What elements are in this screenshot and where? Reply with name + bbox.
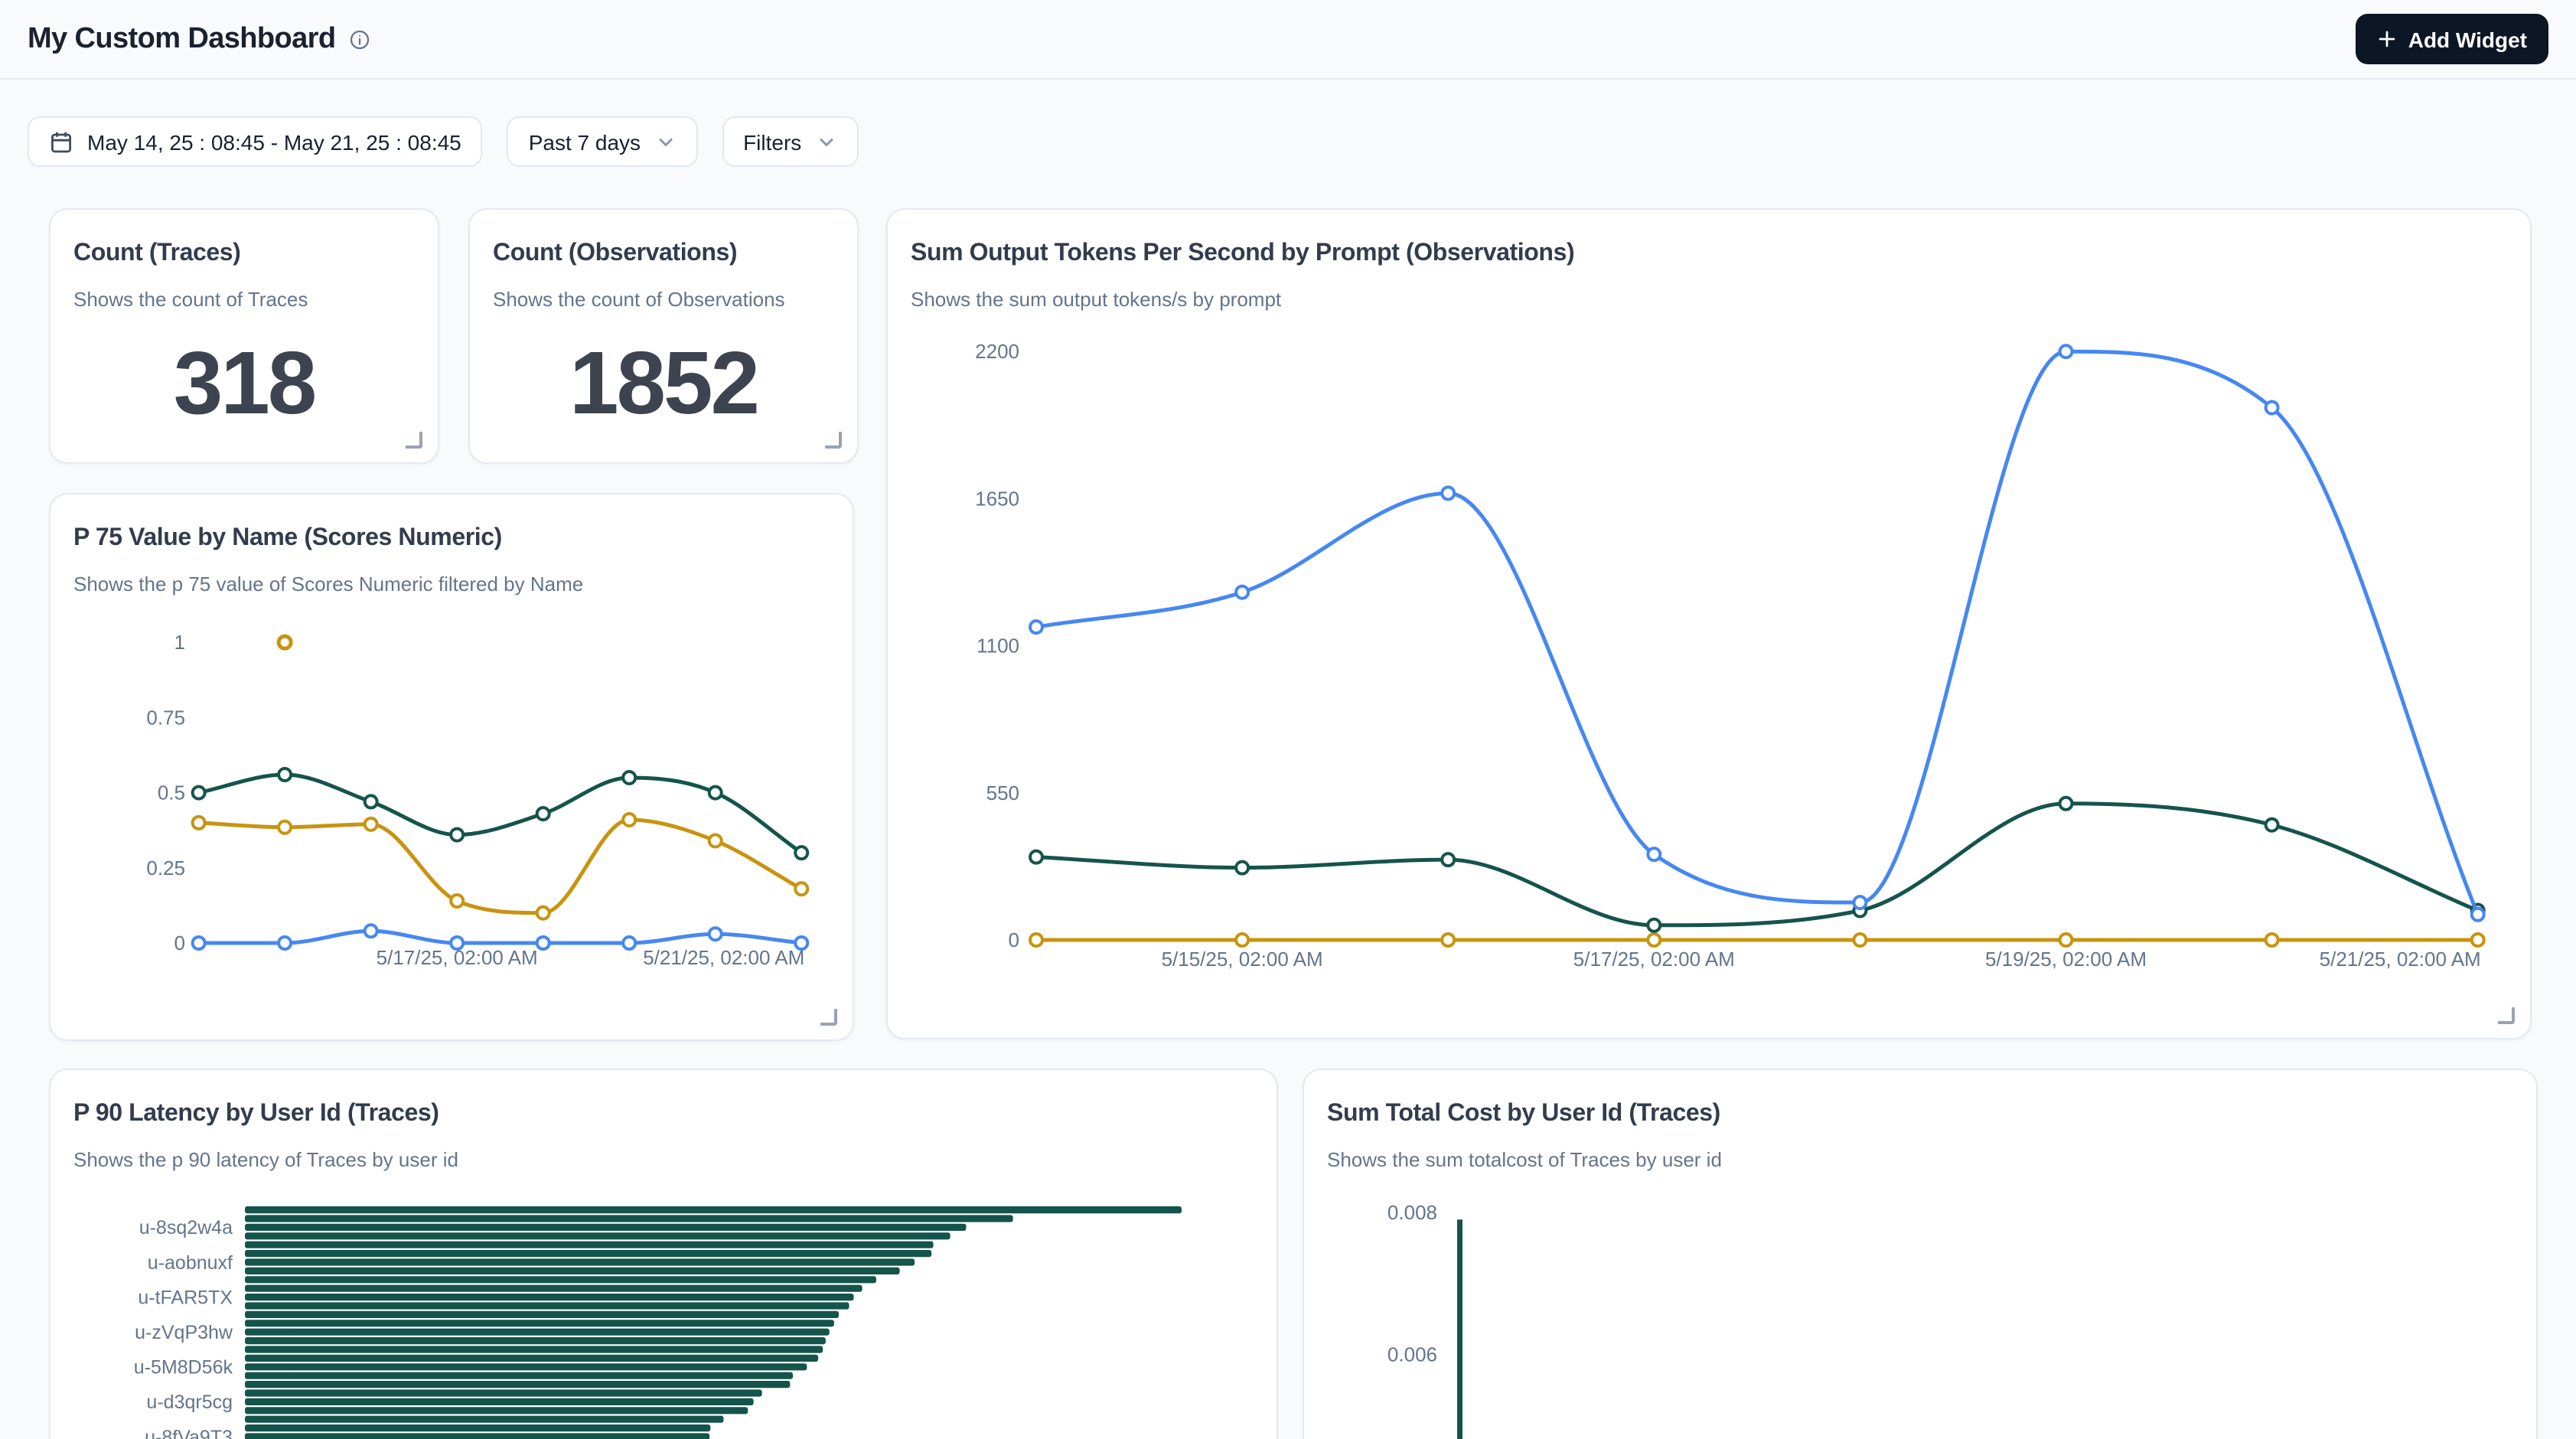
svg-text:5/19/25, 02:00 AM: 5/19/25, 02:00 AM	[1985, 948, 2147, 971]
widget-title: Count (Observations)	[493, 240, 834, 268]
svg-text:u-zVqP3hw: u-zVqP3hw	[135, 1322, 233, 1343]
svg-text:0: 0	[174, 932, 185, 954]
svg-text:u-8sq2w4a: u-8sq2w4a	[139, 1217, 233, 1238]
svg-text:2200: 2200	[975, 340, 1019, 363]
svg-text:5/21/25, 02:00 AM: 5/21/25, 02:00 AM	[2320, 948, 2481, 971]
filters-button[interactable]: Filters	[722, 116, 858, 167]
p75-scores-line-chart: 00.250.50.7515/17/25, 02:00 AM5/21/25, 0…	[51, 494, 854, 1041]
time-preset-button[interactable]: Past 7 days	[507, 116, 697, 167]
plus-icon	[2378, 29, 2398, 49]
add-widget-label: Add Widget	[2408, 27, 2527, 51]
calendar-icon	[49, 129, 73, 154]
widget-count-observations: Count (Observations) Shows the count of …	[468, 208, 859, 464]
svg-text:0.5: 0.5	[158, 781, 185, 804]
total-cost-bar-chart: 0.008 0.006	[1304, 1070, 2538, 1439]
chevron-down-icon	[654, 131, 676, 152]
svg-text:u-aobnuxf: u-aobnuxf	[148, 1252, 233, 1274]
svg-text:0.75: 0.75	[146, 706, 185, 729]
date-range-value: May 14, 25 : 08:45 - May 21, 25 : 08:45	[87, 129, 461, 154]
add-widget-button[interactable]: Add Widget	[2356, 14, 2548, 64]
svg-text:u-5M8D56k: u-5M8D56k	[134, 1357, 233, 1379]
chevron-down-icon	[815, 131, 836, 152]
dashboard-page: My Custom Dashboard Add Widget May 14, 2…	[0, 0, 2576, 1439]
svg-text:5/15/25, 02:00 AM: 5/15/25, 02:00 AM	[1162, 948, 1323, 971]
resize-handle-icon[interactable]	[820, 1009, 837, 1026]
svg-text:0.006: 0.006	[1387, 1343, 1437, 1366]
resize-handle-icon[interactable]	[406, 432, 422, 449]
svg-text:u-d3qr5cg: u-d3qr5cg	[146, 1392, 233, 1413]
date-range-button[interactable]: May 14, 25 : 08:45 - May 21, 25 : 08:45	[28, 116, 483, 167]
svg-text:5/17/25, 02:00 AM: 5/17/25, 02:00 AM	[1573, 948, 1735, 971]
svg-text:0.25: 0.25	[146, 857, 185, 879]
resize-handle-icon[interactable]	[2498, 1007, 2515, 1024]
svg-text:1100: 1100	[977, 635, 1019, 658]
widget-p90-latency-chart: P 90 Latency by User Id (Traces) Shows t…	[49, 1069, 1278, 1439]
info-icon[interactable]	[349, 28, 370, 50]
svg-text:1: 1	[174, 631, 185, 654]
widget-title: Count (Traces)	[73, 240, 415, 268]
kpi-value: 1852	[470, 332, 857, 435]
svg-text:1650: 1650	[975, 487, 1019, 510]
svg-text:0.008: 0.008	[1387, 1201, 1437, 1224]
widget-count-traces: Count (Traces) Shows the count of Traces…	[49, 208, 439, 464]
widget-subtitle: Shows the count of Traces	[73, 288, 415, 311]
top-bar: My Custom Dashboard Add Widget	[0, 0, 2576, 80]
svg-text:u-tFAR5TX: u-tFAR5TX	[138, 1287, 233, 1308]
time-preset-value: Past 7 days	[529, 129, 641, 154]
filter-toolbar: May 14, 25 : 08:45 - May 21, 25 : 08:45 …	[28, 116, 858, 167]
p90-latency-bar-chart: u-8sq2w4a u-aobnuxf u-tFAR5TX u-zVqP3hw u-5M…	[51, 1070, 1278, 1439]
kpi-value: 318	[51, 332, 438, 435]
page-title: My Custom Dashboard	[28, 22, 335, 56]
filters-label: Filters	[743, 129, 801, 154]
svg-text:5/21/25, 02:00 AM: 5/21/25, 02:00 AM	[643, 946, 804, 969]
svg-text:550: 550	[986, 781, 1019, 804]
widget-total-cost-chart: Sum Total Cost by User Id (Traces) Shows…	[1303, 1069, 2538, 1439]
svg-text:u-8fVa9T3: u-8fVa9T3	[145, 1427, 233, 1439]
widget-tokens-per-second-chart: Sum Output Tokens Per Second by Prompt (…	[886, 208, 2532, 1039]
tokens-per-second-line-chart: 0 550 1100 1650 2200 5/15/25, 02:00 AM 5/17/25…	[888, 210, 2532, 1039]
widget-subtitle: Shows the count of Observations	[493, 288, 834, 311]
resize-handle-icon[interactable]	[825, 432, 842, 449]
svg-text:0: 0	[1009, 928, 1019, 951]
widget-p75-scores-chart: P 75 Value by Name (Scores Numeric) Show…	[49, 493, 854, 1041]
